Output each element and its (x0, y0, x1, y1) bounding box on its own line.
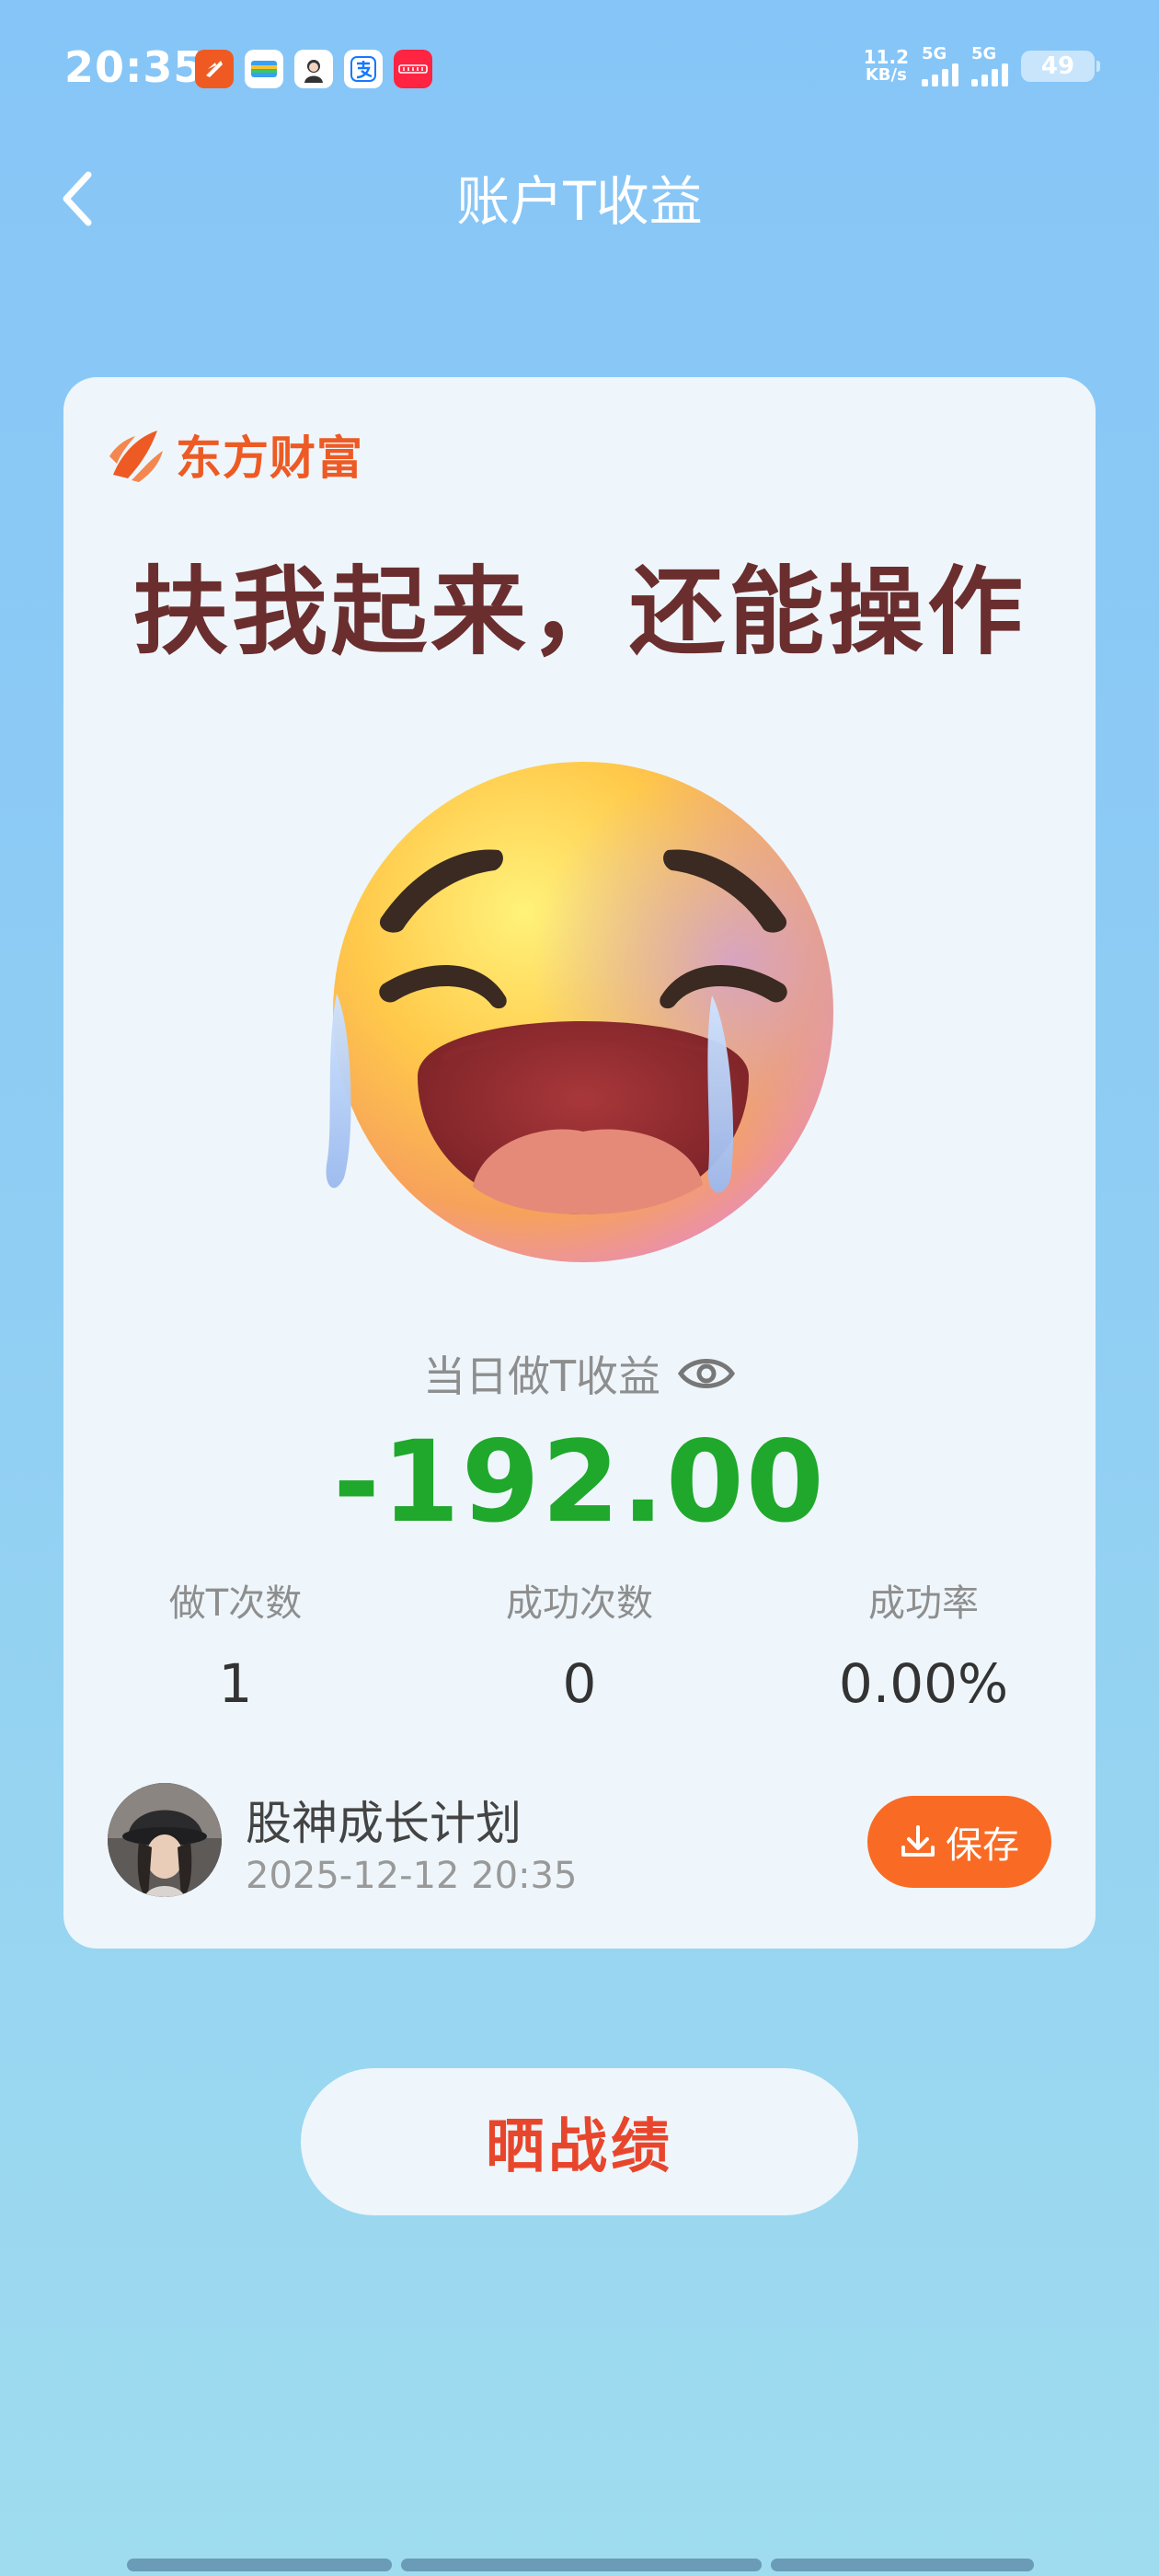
sim1-signal: 5G (922, 46, 958, 86)
signal-bars-icon (971, 63, 1008, 86)
result-card: 东方财富 扶我起来，还能操作 当日做T收益 -192.00 做T次数 1 成功次… (63, 377, 1096, 1949)
share-results-button[interactable]: 晒战绩 (301, 2068, 858, 2215)
network-speed: 11.2 KB/s (864, 48, 909, 85)
eastmoney-app-icon (195, 50, 234, 88)
avatar-app-icon (294, 50, 333, 88)
status-app-icons (195, 50, 432, 88)
sim2-label: 5G (971, 44, 997, 63)
user-name: 股神成长计划 (246, 1797, 522, 1850)
stat-success-rate: 成功率 0.00% (752, 1573, 1096, 1715)
stat-trade-count: 做T次数 1 (63, 1573, 407, 1715)
save-label: 保存 (946, 1824, 1019, 1867)
alipay-app-icon (344, 50, 383, 88)
page-title: 账户T收益 (456, 170, 703, 233)
signal-bars-icon (922, 63, 958, 86)
stat-label: 成功次数 (506, 1582, 653, 1625)
gesture-navigation-bar (127, 2559, 1034, 2571)
eastmoney-logo-icon (109, 431, 163, 482)
status-indicators: 11.2 KB/s 5G 5G 49 (864, 46, 1100, 86)
stat-value: 0.00% (838, 1652, 1009, 1715)
sim1-label: 5G (922, 44, 947, 63)
status-bar: 20:35 11.2 KB/s 5G 5G 49 (0, 0, 1159, 138)
xiaohongshu-app-icon (394, 50, 432, 88)
brand-name: 东方财富 (176, 431, 363, 485)
network-speed-value: 11.2 (863, 46, 909, 68)
stat-success-count: 成功次数 0 (407, 1573, 752, 1715)
profit-label: 当日做T收益 (422, 1351, 661, 1401)
eye-icon (678, 1359, 736, 1388)
download-icon (901, 1825, 935, 1857)
battery-icon: 49 (1021, 51, 1100, 82)
save-button[interactable]: 保存 (867, 1796, 1051, 1888)
network-speed-unit: KB/s (865, 65, 907, 85)
profit-label-row: 当日做T收益 (63, 1343, 1096, 1404)
profit-value: -192.00 (333, 1417, 826, 1547)
headline: 扶我起来，还能操作 (132, 556, 1027, 668)
stat-label: 做T次数 (168, 1582, 303, 1625)
wallet-app-icon (245, 50, 283, 88)
status-time: 20:35 (64, 42, 204, 92)
stats-row: 做T次数 1 成功次数 0 成功率 0.00% (63, 1573, 1096, 1715)
nav-bar: 账户T收益 (0, 147, 1159, 248)
gesture-bar-segment (771, 2559, 1034, 2571)
gesture-bar-segment (127, 2559, 392, 2571)
stat-value: 1 (218, 1652, 253, 1715)
sim2-signal: 5G (971, 46, 1008, 86)
stat-value: 0 (562, 1652, 597, 1715)
crying-face-emoji (326, 754, 841, 1270)
stat-label: 成功率 (868, 1582, 979, 1625)
timestamp: 2025-12-12 20:35 (246, 1855, 578, 1897)
gesture-bar-segment (401, 2559, 762, 2571)
battery-level: 49 (1040, 52, 1075, 80)
brand-logo: 东方财富 (108, 421, 363, 488)
avatar (108, 1783, 222, 1897)
toggle-visibility-button[interactable] (677, 1344, 736, 1403)
user-row: 股神成长计划 2025-12-12 20:35 保存 (108, 1783, 1051, 1897)
